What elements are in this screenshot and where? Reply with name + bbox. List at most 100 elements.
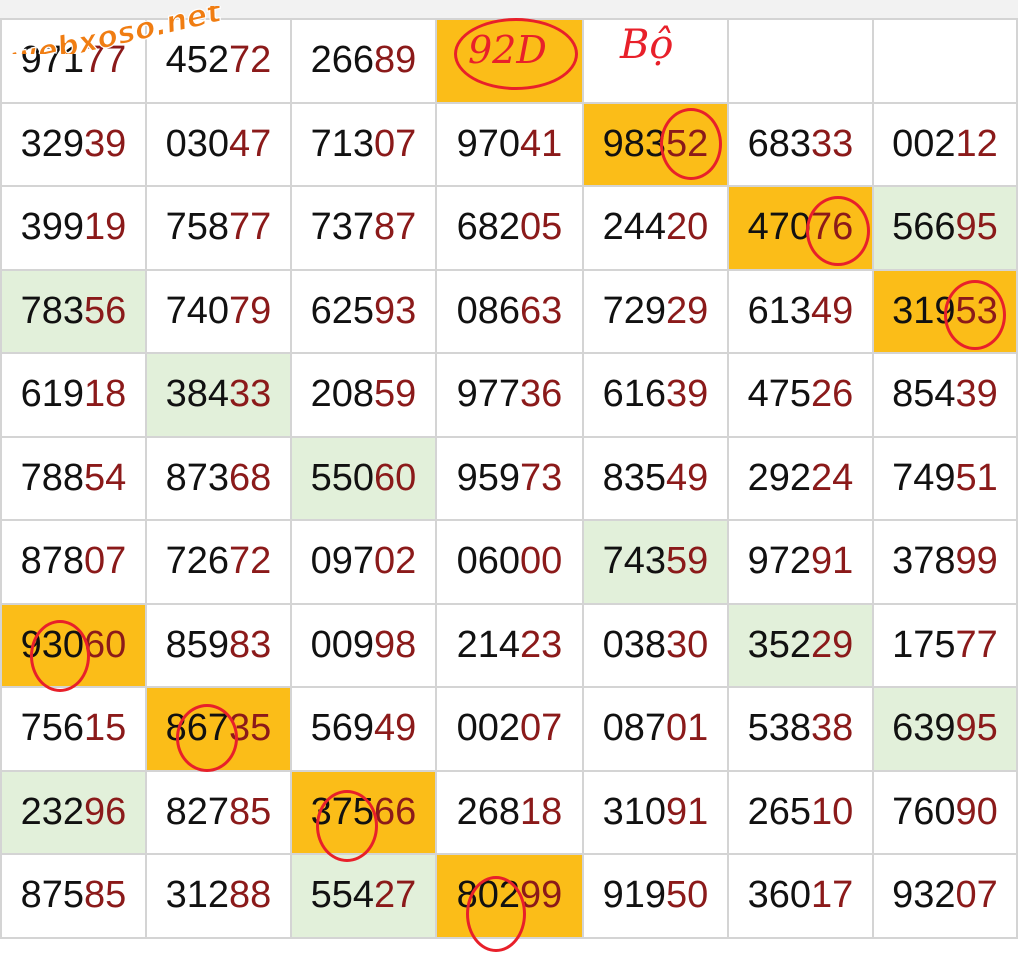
result-cell: 98352: [581, 101, 729, 187]
number-last-two-digits: 41: [520, 122, 563, 165]
number-prefix: 983: [602, 122, 667, 165]
result-cell: 86735: [144, 686, 292, 772]
result-cell: 71307: [289, 101, 437, 187]
result-cell: 00998: [289, 602, 437, 688]
number-prefix: 613: [747, 289, 811, 332]
number-prefix: 214: [456, 623, 521, 666]
number-last-two-digits: 47: [229, 122, 272, 165]
result-cell: 26818: [434, 769, 584, 855]
number-last-two-digits: 00: [520, 540, 563, 583]
number-last-two-digits: 66: [374, 790, 417, 833]
note-bo: Bộ: [620, 22, 674, 68]
result-cell: 61639: [581, 352, 729, 438]
result-cell: 82785: [144, 769, 292, 855]
number-last-two-digits: 83: [229, 623, 272, 666]
number-last-two-digits: 54: [84, 456, 127, 499]
number-prefix: 683: [747, 122, 811, 165]
result-cell: 32939: [0, 101, 147, 187]
number-prefix: 002: [456, 707, 521, 750]
number-prefix: 009: [310, 623, 375, 666]
result-cell: 08663: [434, 268, 584, 354]
number-prefix: 835: [602, 456, 667, 499]
number-prefix: 972: [747, 540, 811, 583]
number-last-two-digits: 96: [84, 790, 127, 833]
table-row: 32939 03047 71307 97041 98352 68333 00212: [0, 101, 1018, 187]
number-last-two-digits: 90: [955, 790, 998, 833]
number-prefix: 760: [892, 790, 956, 833]
table-row: 87807 72672 09702 06000 74359 97291 37899: [0, 519, 1018, 605]
number-prefix: 875: [20, 874, 85, 917]
result-cell: 87807: [0, 519, 147, 605]
number-last-two-digits: 52: [666, 122, 709, 165]
number-prefix: 375: [310, 790, 375, 833]
number-prefix: 550: [310, 456, 375, 499]
number-prefix: 097: [310, 540, 375, 583]
number-last-two-digits: 72: [229, 540, 272, 583]
number-prefix: 232: [20, 790, 85, 833]
note-92d: 92D: [468, 28, 547, 72]
number-last-two-digits: 07: [84, 540, 127, 583]
lottery-results-grid: 97177 45272 26689 32939 03047 71307 97041 98352…: [0, 18, 1018, 939]
number-prefix: 329: [20, 122, 85, 165]
result-cell: 29224: [726, 435, 874, 521]
number-prefix: 970: [456, 122, 521, 165]
number-prefix: 783: [20, 289, 85, 332]
number-prefix: 038: [602, 623, 667, 666]
number-prefix: 932: [892, 874, 956, 917]
result-cell: 08701: [581, 686, 729, 772]
number-last-two-digits: 68: [229, 456, 272, 499]
result-cell: 61918: [0, 352, 147, 438]
number-prefix: 266: [310, 39, 375, 82]
result-cell: [871, 18, 1018, 104]
number-last-two-digits: 24: [811, 456, 854, 499]
result-cell: 83549: [581, 435, 729, 521]
number-prefix: 538: [747, 707, 811, 750]
number-prefix: 756: [20, 707, 85, 750]
table-row: 61918 38433 20859 97736 61639 47526 85439: [0, 352, 1018, 438]
number-last-two-digits: 77: [955, 623, 998, 666]
result-cell: 21423: [434, 602, 584, 688]
result-cell: 74079: [144, 268, 292, 354]
number-last-two-digits: 77: [229, 206, 272, 249]
number-last-two-digits: 49: [374, 707, 417, 750]
number-last-two-digits: 93: [374, 289, 417, 332]
number-last-two-digits: 51: [955, 456, 998, 499]
result-cell: 31091: [581, 769, 729, 855]
result-cell: 06000: [434, 519, 584, 605]
number-prefix: 399: [20, 206, 85, 249]
number-prefix: 244: [602, 206, 667, 249]
result-cell: 35229: [726, 602, 874, 688]
result-cell: 31953: [871, 268, 1018, 354]
result-cell: 26510: [726, 769, 874, 855]
watermark-text: webxoso.net: [7, 6, 226, 54]
result-cell: 23296: [0, 769, 147, 855]
number-last-two-digits: 85: [84, 874, 127, 917]
result-cell: 78854: [0, 435, 147, 521]
result-cell: 03047: [144, 101, 292, 187]
result-cell: 73787: [289, 185, 437, 271]
result-cell: 37899: [871, 519, 1018, 605]
number-prefix: 470: [747, 206, 811, 249]
result-cell: 97291: [726, 519, 874, 605]
number-prefix: 859: [165, 623, 230, 666]
number-last-two-digits: 15: [84, 707, 127, 750]
number-last-two-digits: 56: [84, 289, 127, 332]
number-prefix: 854: [892, 373, 956, 416]
number-last-two-digits: 59: [374, 373, 417, 416]
result-cell: 97736: [434, 352, 584, 438]
number-prefix: 930: [20, 623, 85, 666]
number-prefix: 208: [310, 373, 375, 416]
result-cell: 47076: [726, 185, 874, 271]
result-cell: 95973: [434, 435, 584, 521]
result-cell: 53838: [726, 686, 874, 772]
number-prefix: 265: [747, 790, 811, 833]
table-row: 87585 31288 55427 80299 91950 36017 93207: [0, 853, 1018, 939]
number-prefix: 737: [310, 206, 375, 249]
result-cell: 09702: [289, 519, 437, 605]
number-last-two-digits: 99: [955, 540, 998, 583]
number-last-two-digits: 02: [374, 540, 417, 583]
result-cell: 55060: [289, 435, 437, 521]
number-last-two-digits: 63: [520, 289, 563, 332]
number-last-two-digits: 39: [666, 373, 709, 416]
result-cell: 39919: [0, 185, 147, 271]
